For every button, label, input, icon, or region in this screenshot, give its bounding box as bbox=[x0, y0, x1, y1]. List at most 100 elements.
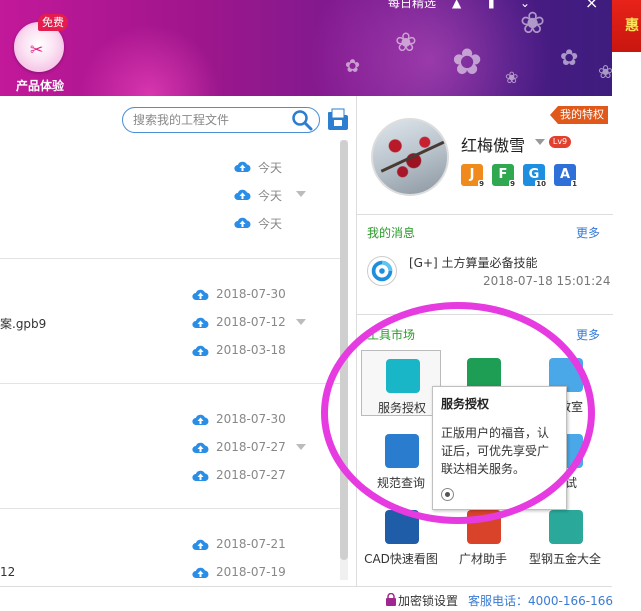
app-badge-level: 10 bbox=[535, 180, 547, 189]
my-privilege-tag[interactable]: 我的特权 bbox=[550, 106, 608, 124]
cloud-upload-icon[interactable] bbox=[192, 288, 209, 301]
menu-icon[interactable]: ▮ bbox=[488, 0, 495, 10]
glodon-logo-icon bbox=[367, 256, 397, 286]
file-row[interactable]: 今天 bbox=[0, 210, 340, 238]
close-icon[interactable]: × bbox=[585, 0, 598, 12]
tooltip-title: 服务授权 bbox=[441, 397, 490, 411]
daily-picks-link[interactable]: 每日精选 bbox=[388, 0, 436, 11]
chevron-down-icon[interactable] bbox=[296, 443, 306, 451]
group-divider bbox=[0, 508, 340, 509]
message-text[interactable]: [G+] 土方算量必备技能 bbox=[409, 254, 538, 271]
app-badge-level: 9 bbox=[509, 180, 516, 189]
app-badge-a[interactable]: A1 bbox=[554, 164, 578, 189]
bell-icon[interactable]: ▲ bbox=[452, 0, 461, 10]
scrollbar-thumb[interactable] bbox=[340, 140, 348, 560]
file-row[interactable]: 2018-07-21 bbox=[0, 532, 340, 560]
file-date: 今天 bbox=[258, 161, 283, 175]
tool-label: 型钢五金大全 bbox=[528, 552, 601, 566]
header-banner: ❀ ✿ ❀ ✿ ❀ ✿ ❀ 每日精选 ▲ ▮ ⌄ × ✂ 免费 产品体验 bbox=[0, 0, 641, 96]
chevron-down-icon[interactable] bbox=[296, 190, 306, 198]
file-date: 2018-07-27 bbox=[216, 468, 286, 482]
file-row[interactable]: 2018-07-27 bbox=[0, 435, 340, 463]
user-info-panel: 我的特权 红梅傲雪 Lv9 J 9 F 9 G 10 A 1 我的消息 更多 [G+] 土方算… bbox=[356, 96, 613, 586]
file-row[interactable]: 今天 bbox=[0, 182, 340, 210]
material-helper-icon bbox=[467, 510, 501, 544]
app-badge-letter: F bbox=[498, 167, 508, 182]
cloud-upload-icon[interactable] bbox=[234, 216, 251, 229]
app-badge-level: 9 bbox=[478, 180, 485, 189]
file-row[interactable]: 2018-03-18 bbox=[0, 338, 340, 366]
project-files-panel: 今天今天今天2018-07-30案.gpb92018-07-122018-03-… bbox=[0, 96, 350, 586]
search-icon[interactable] bbox=[291, 109, 313, 131]
cloud-upload-icon[interactable] bbox=[192, 538, 209, 551]
file-row[interactable]: 案.gpb9 2018-07-12 bbox=[0, 310, 340, 338]
messages-more-link[interactable]: 更多 bbox=[576, 224, 600, 241]
lock-settings-link[interactable]: 加密锁设置 bbox=[398, 592, 458, 609]
scrollbar[interactable] bbox=[340, 140, 348, 580]
spec-query-icon bbox=[385, 434, 419, 468]
avatar[interactable] bbox=[371, 118, 449, 196]
status-bar: 加密锁设置 客服电话：4000-166-166 bbox=[0, 586, 614, 611]
file-row[interactable]: 今天 bbox=[0, 154, 340, 182]
chevron-down-icon[interactable] bbox=[296, 318, 306, 326]
app-badge-f[interactable]: F9 bbox=[492, 164, 516, 189]
support-hotline: 客服电话：4000-166-166 bbox=[468, 594, 614, 608]
file-date: 2018-07-30 bbox=[216, 412, 286, 426]
username: 红梅傲雪 bbox=[461, 136, 526, 155]
cloud-upload-icon[interactable] bbox=[234, 188, 251, 201]
tool-item[interactable]: 服务授权 bbox=[361, 350, 441, 416]
app-badge-level: 1 bbox=[571, 180, 578, 189]
cloud-upload-icon[interactable] bbox=[192, 441, 209, 454]
flower-decoration: ❀ bbox=[395, 28, 417, 58]
file-row[interactable]: 2018-07-30 bbox=[0, 407, 340, 435]
search-input[interactable] bbox=[133, 111, 283, 129]
message-time: 2018-07-18 15:01:24 bbox=[483, 274, 611, 288]
cloud-upload-icon[interactable] bbox=[192, 469, 209, 482]
product-experience-label: 产品体验 bbox=[15, 79, 64, 93]
tool-market-more-link[interactable]: 更多 bbox=[576, 326, 600, 343]
tooltip-radio[interactable] bbox=[441, 488, 454, 501]
plum-branch bbox=[380, 140, 446, 173]
divider bbox=[357, 214, 613, 215]
flower-decoration: ❀ bbox=[598, 62, 614, 83]
lock-icon bbox=[386, 593, 396, 606]
file-date: 今天 bbox=[258, 217, 283, 231]
scissors-icon: ✂ bbox=[30, 40, 44, 59]
service-auth-icon bbox=[386, 359, 420, 393]
promo-banner[interactable]: 惠 bbox=[612, 0, 641, 52]
app-badge-g[interactable]: G 10 bbox=[523, 164, 547, 189]
tool-item[interactable]: CAD快速看图 bbox=[361, 502, 441, 568]
tool-item[interactable]: 规范查询 bbox=[361, 426, 441, 492]
file-row[interactable]: 2018-07-27 bbox=[0, 463, 340, 491]
file-date: 今天 bbox=[258, 189, 283, 203]
file-name: 12 bbox=[0, 565, 16, 579]
cloud-upload-icon[interactable] bbox=[192, 566, 209, 579]
tool-label: 广材助手 bbox=[458, 552, 507, 566]
product-experience-button[interactable]: ✂ 免费 产品体验 bbox=[8, 14, 78, 94]
cloud-upload-icon[interactable] bbox=[192, 413, 209, 426]
cloud-upload-icon[interactable] bbox=[192, 344, 209, 357]
service-auth-tooltip: 服务授权 正版用户的福音，认证后，可优先享受广联达相关服务。 bbox=[432, 386, 567, 510]
cad-icon bbox=[385, 510, 419, 544]
file-name: 案.gpb9 bbox=[0, 317, 47, 331]
file-row[interactable]: 2018-07-30 bbox=[0, 282, 340, 310]
tool-market-title: 工具市场 bbox=[367, 328, 416, 342]
messages-title: 我的消息 bbox=[367, 226, 416, 240]
folder-upload-icon[interactable] bbox=[327, 108, 349, 132]
chevron-down-icon[interactable] bbox=[535, 138, 545, 146]
file-date: 2018-07-12 bbox=[216, 315, 286, 329]
cloud-upload-icon[interactable] bbox=[234, 160, 251, 173]
tool-label: CAD快速看图 bbox=[364, 552, 438, 566]
app-badge-j[interactable]: J9 bbox=[461, 164, 485, 189]
app-badge-letter: J bbox=[469, 167, 475, 182]
flower-decoration: ❀ bbox=[520, 6, 546, 41]
group-divider bbox=[0, 258, 340, 259]
tool-item[interactable]: 型钢五金大全 bbox=[525, 502, 605, 568]
cloud-upload-icon[interactable] bbox=[192, 316, 209, 329]
free-tag: 免费 bbox=[38, 14, 68, 31]
tool-item[interactable]: 广材助手 bbox=[443, 502, 523, 568]
file-row[interactable]: 12 2018-07-19 bbox=[0, 560, 340, 586]
app-badge-letter: A bbox=[559, 167, 571, 182]
tool-label: 规范查询 bbox=[376, 476, 425, 490]
chevron-down-icon[interactable]: ⌄ bbox=[520, 0, 530, 10]
